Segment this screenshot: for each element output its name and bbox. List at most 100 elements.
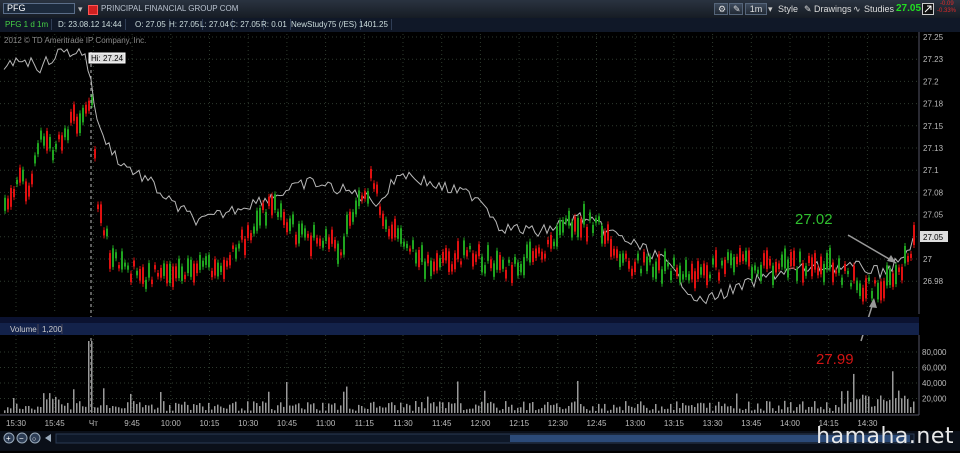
- zoom-in-icon[interactable]: +: [3, 432, 15, 444]
- price-candle: [304, 228, 306, 238]
- price-candle: [280, 203, 282, 218]
- series-label: PFG 1 d 1m: [2, 19, 53, 30]
- price-candle: [739, 248, 741, 263]
- volume-bar: [601, 408, 603, 413]
- volume-bar: [142, 407, 144, 413]
- wrench-icon[interactable]: ✎: [729, 3, 743, 15]
- volume-bar: [685, 405, 687, 413]
- interval-button[interactable]: 1m: [745, 3, 767, 15]
- zoom-out-icon[interactable]: −: [16, 432, 28, 444]
- symbol-input[interactable]: PFG: [3, 3, 75, 14]
- volume-bar: [241, 408, 243, 413]
- volume-bar: [868, 396, 870, 413]
- price-candle: [205, 256, 207, 265]
- chart-area[interactable]: 2012 © TD Ameritrade IP Company, Inc. Hi…: [0, 32, 960, 451]
- volume-bar: [376, 407, 378, 413]
- volume-bar: [694, 407, 696, 413]
- volume-bar: [583, 406, 585, 413]
- volume-bar: [604, 403, 606, 413]
- volume-bar: [295, 404, 297, 413]
- price-candle: [49, 136, 51, 149]
- chart-toolbar: PFG ▾ PRINCIPAL FINANCIAL GROUP COM ⚙ ✎ …: [0, 0, 960, 19]
- price-candle: [184, 274, 186, 280]
- volume-bar: [391, 402, 393, 413]
- price-candle: [127, 265, 129, 270]
- panel-splitter[interactable]: [0, 317, 919, 324]
- price-candle: [547, 239, 549, 245]
- price-candle: [208, 255, 210, 268]
- volume-bar: [541, 408, 543, 413]
- drawings-button[interactable]: Drawings: [814, 3, 852, 15]
- price-tick-label: 27.18: [923, 100, 944, 109]
- volume-bar: [319, 410, 321, 413]
- volume-bar: [625, 401, 627, 413]
- alert-icon[interactable]: [88, 5, 98, 15]
- volume-bar: [388, 403, 390, 413]
- price-candle: [340, 252, 342, 256]
- volume-bar: [334, 403, 336, 413]
- price-candle: [550, 235, 552, 249]
- symbol-dropdown-icon[interactable]: ▾: [78, 3, 86, 15]
- price-candle: [412, 240, 414, 249]
- chevron-down-icon[interactable]: ▾: [768, 3, 776, 15]
- volume-bar: [262, 401, 264, 413]
- price-candle: [70, 111, 72, 123]
- volume-bar: [277, 405, 279, 413]
- volume-bar: [130, 393, 132, 413]
- volume-bar: [901, 398, 903, 413]
- price-candle: [799, 251, 801, 263]
- volume-bar: [496, 407, 498, 413]
- price-candle: [100, 204, 102, 224]
- svg-text:○: ○: [32, 436, 36, 443]
- time-tick-label: 15:45: [45, 419, 66, 428]
- volume-bar: [157, 407, 159, 413]
- price-candle: [619, 254, 621, 268]
- volume-bar: [766, 401, 768, 413]
- volume-bar: [568, 405, 570, 413]
- volume-bar: [724, 403, 726, 413]
- price-candle: [880, 281, 882, 301]
- volume-bar: [358, 404, 360, 413]
- volume-bar: [778, 405, 780, 413]
- volume-bar: [433, 402, 435, 413]
- price-candle: [301, 223, 303, 235]
- price-candle: [817, 267, 819, 276]
- volume-bar: [379, 406, 381, 413]
- volume-bar: [250, 410, 252, 413]
- volume-bar: [421, 402, 423, 413]
- volume-bar: [460, 403, 462, 413]
- volume-bar: [631, 406, 633, 413]
- volume-bar: [709, 402, 711, 413]
- volume-bar: [73, 389, 75, 413]
- price-candle: [469, 245, 471, 250]
- price-candle: [637, 253, 639, 261]
- volume-bar: [772, 408, 774, 413]
- volume-bar: [664, 409, 666, 413]
- price-candle: [319, 238, 321, 246]
- time-tick-label: 11:15: [355, 419, 375, 428]
- price-candle: [742, 254, 744, 262]
- settings-icon[interactable]: ⚙: [714, 3, 728, 15]
- price-candle: [589, 212, 591, 221]
- volume-bar: [514, 410, 516, 413]
- volume-bar: [490, 401, 492, 413]
- volume-bar: [670, 403, 672, 413]
- price-candle: [631, 268, 633, 276]
- price-candle: [232, 245, 234, 249]
- price-candle: [853, 265, 855, 281]
- price-candle: [496, 250, 498, 270]
- style-button[interactable]: Style: [778, 3, 798, 15]
- price-candle: [457, 241, 459, 260]
- price-candle: [628, 260, 630, 269]
- studies-button[interactable]: Studies: [864, 3, 894, 15]
- volume-bar: [589, 410, 591, 413]
- price-candle: [862, 287, 864, 302]
- price-candle: [625, 253, 627, 259]
- price-candle: [403, 241, 405, 247]
- price-candle: [865, 278, 867, 299]
- time-tick-label: 12:00: [470, 419, 491, 428]
- volume-bar: [883, 399, 885, 413]
- zoom-reset-icon[interactable]: ○: [29, 432, 41, 444]
- expand-icon[interactable]: [922, 3, 936, 15]
- price-candle: [358, 190, 360, 207]
